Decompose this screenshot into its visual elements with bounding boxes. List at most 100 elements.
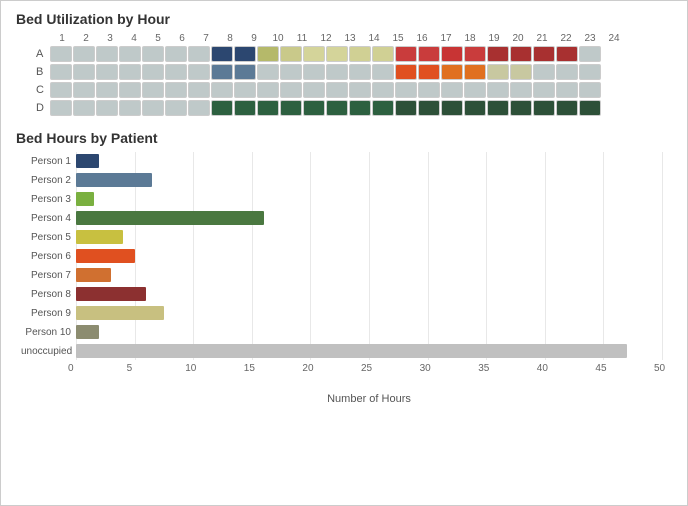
cell-D-12	[303, 100, 325, 116]
patient-label-5: Person 6	[21, 251, 76, 262]
x-tick-15: 15	[244, 363, 255, 374]
x-tick-5: 5	[127, 363, 133, 374]
patient-label-0: Person 1	[21, 156, 76, 167]
cells-D	[50, 100, 601, 116]
cell-A-7	[188, 46, 210, 62]
patient-label-4: Person 5	[21, 232, 76, 243]
hour-label-6: 6	[170, 33, 194, 44]
grid-row-C: C	[36, 82, 672, 98]
cell-C-3	[96, 82, 118, 98]
cell-C-17	[418, 82, 440, 98]
cell-B-5	[142, 64, 164, 80]
cell-D-14	[349, 100, 371, 116]
row-label-D: D	[36, 102, 50, 114]
cell-A-19	[464, 46, 486, 62]
hour-label-2: 2	[74, 33, 98, 44]
cell-C-5	[142, 82, 164, 98]
hour-label-23: 23	[578, 33, 602, 44]
cell-B-1	[50, 64, 72, 80]
bar-row-7: Person 8	[76, 285, 662, 303]
top-section: Bed Utilization by Hour 1234567891011121…	[16, 11, 672, 116]
cell-D-9	[234, 100, 256, 116]
x-tick-50: 50	[654, 363, 665, 374]
bar-9	[76, 325, 99, 339]
cell-D-19	[464, 100, 486, 116]
cell-B-2	[73, 64, 95, 80]
cell-C-18	[441, 82, 463, 98]
bottom-title: Bed Hours by Patient	[16, 130, 672, 146]
hour-label-13: 13	[338, 33, 362, 44]
x-tick-45: 45	[595, 363, 606, 374]
cell-B-3	[96, 64, 118, 80]
grid-row-B: B	[36, 64, 672, 80]
cell-B-8	[211, 64, 233, 80]
cell-C-20	[487, 82, 509, 98]
cell-B-19	[464, 64, 486, 80]
cell-B-11	[280, 64, 302, 80]
cell-C-9	[234, 82, 256, 98]
bar-row-1: Person 2	[76, 171, 662, 189]
hour-label-4: 4	[122, 33, 146, 44]
cell-D-10	[257, 100, 279, 116]
cell-D-24	[579, 100, 601, 116]
x-tick-10: 10	[185, 363, 196, 374]
cell-A-23	[556, 46, 578, 62]
cell-B-7	[188, 64, 210, 80]
hour-label-18: 18	[458, 33, 482, 44]
grid-row-A: A	[36, 46, 672, 62]
hour-label-24: 24	[602, 33, 626, 44]
cell-B-21	[510, 64, 532, 80]
cell-C-16	[395, 82, 417, 98]
cell-B-13	[326, 64, 348, 80]
row-label-C: C	[36, 84, 50, 96]
cell-B-9	[234, 64, 256, 80]
cell-C-6	[165, 82, 187, 98]
hour-label-16: 16	[410, 33, 434, 44]
cell-A-3	[96, 46, 118, 62]
cells-A	[50, 46, 601, 62]
hour-label-15: 15	[386, 33, 410, 44]
hour-label-12: 12	[314, 33, 338, 44]
bar-row-3: Person 4	[76, 209, 662, 227]
hour-label-9: 9	[242, 33, 266, 44]
bar-4	[76, 230, 123, 244]
patient-label-1: Person 2	[21, 175, 76, 186]
hour-label-10: 10	[266, 33, 290, 44]
patient-label-9: Person 10	[21, 327, 76, 338]
cell-B-4	[119, 64, 141, 80]
hour-label-7: 7	[194, 33, 218, 44]
cell-A-10	[257, 46, 279, 62]
cell-A-20	[487, 46, 509, 62]
hour-label-17: 17	[434, 33, 458, 44]
cell-C-10	[257, 82, 279, 98]
hour-label-20: 20	[506, 33, 530, 44]
cell-A-17	[418, 46, 440, 62]
cell-A-1	[50, 46, 72, 62]
cell-C-12	[303, 82, 325, 98]
cell-A-14	[349, 46, 371, 62]
cell-A-8	[211, 46, 233, 62]
hour-label-11: 11	[290, 33, 314, 44]
hour-label-3: 3	[98, 33, 122, 44]
x-tick-20: 20	[302, 363, 313, 374]
cell-D-3	[96, 100, 118, 116]
cell-D-21	[510, 100, 532, 116]
cell-A-16	[395, 46, 417, 62]
bar-row-5: Person 6	[76, 247, 662, 265]
cell-D-20	[487, 100, 509, 116]
cell-A-13	[326, 46, 348, 62]
bar-row-8: Person 9	[76, 304, 662, 322]
x-axis-title: Number of Hours	[76, 393, 662, 405]
patient-label-3: Person 4	[21, 213, 76, 224]
cell-C-21	[510, 82, 532, 98]
x-tick-0: 0	[68, 363, 74, 374]
cell-D-22	[533, 100, 555, 116]
bar-rows-container: Person 1Person 2Person 3Person 4Person 5…	[76, 152, 662, 360]
grid-row-D: D	[36, 100, 672, 116]
cell-B-22	[533, 64, 555, 80]
cell-A-11	[280, 46, 302, 62]
x-tick-35: 35	[478, 363, 489, 374]
cell-B-14	[349, 64, 371, 80]
cell-B-16	[395, 64, 417, 80]
cell-A-21	[510, 46, 532, 62]
